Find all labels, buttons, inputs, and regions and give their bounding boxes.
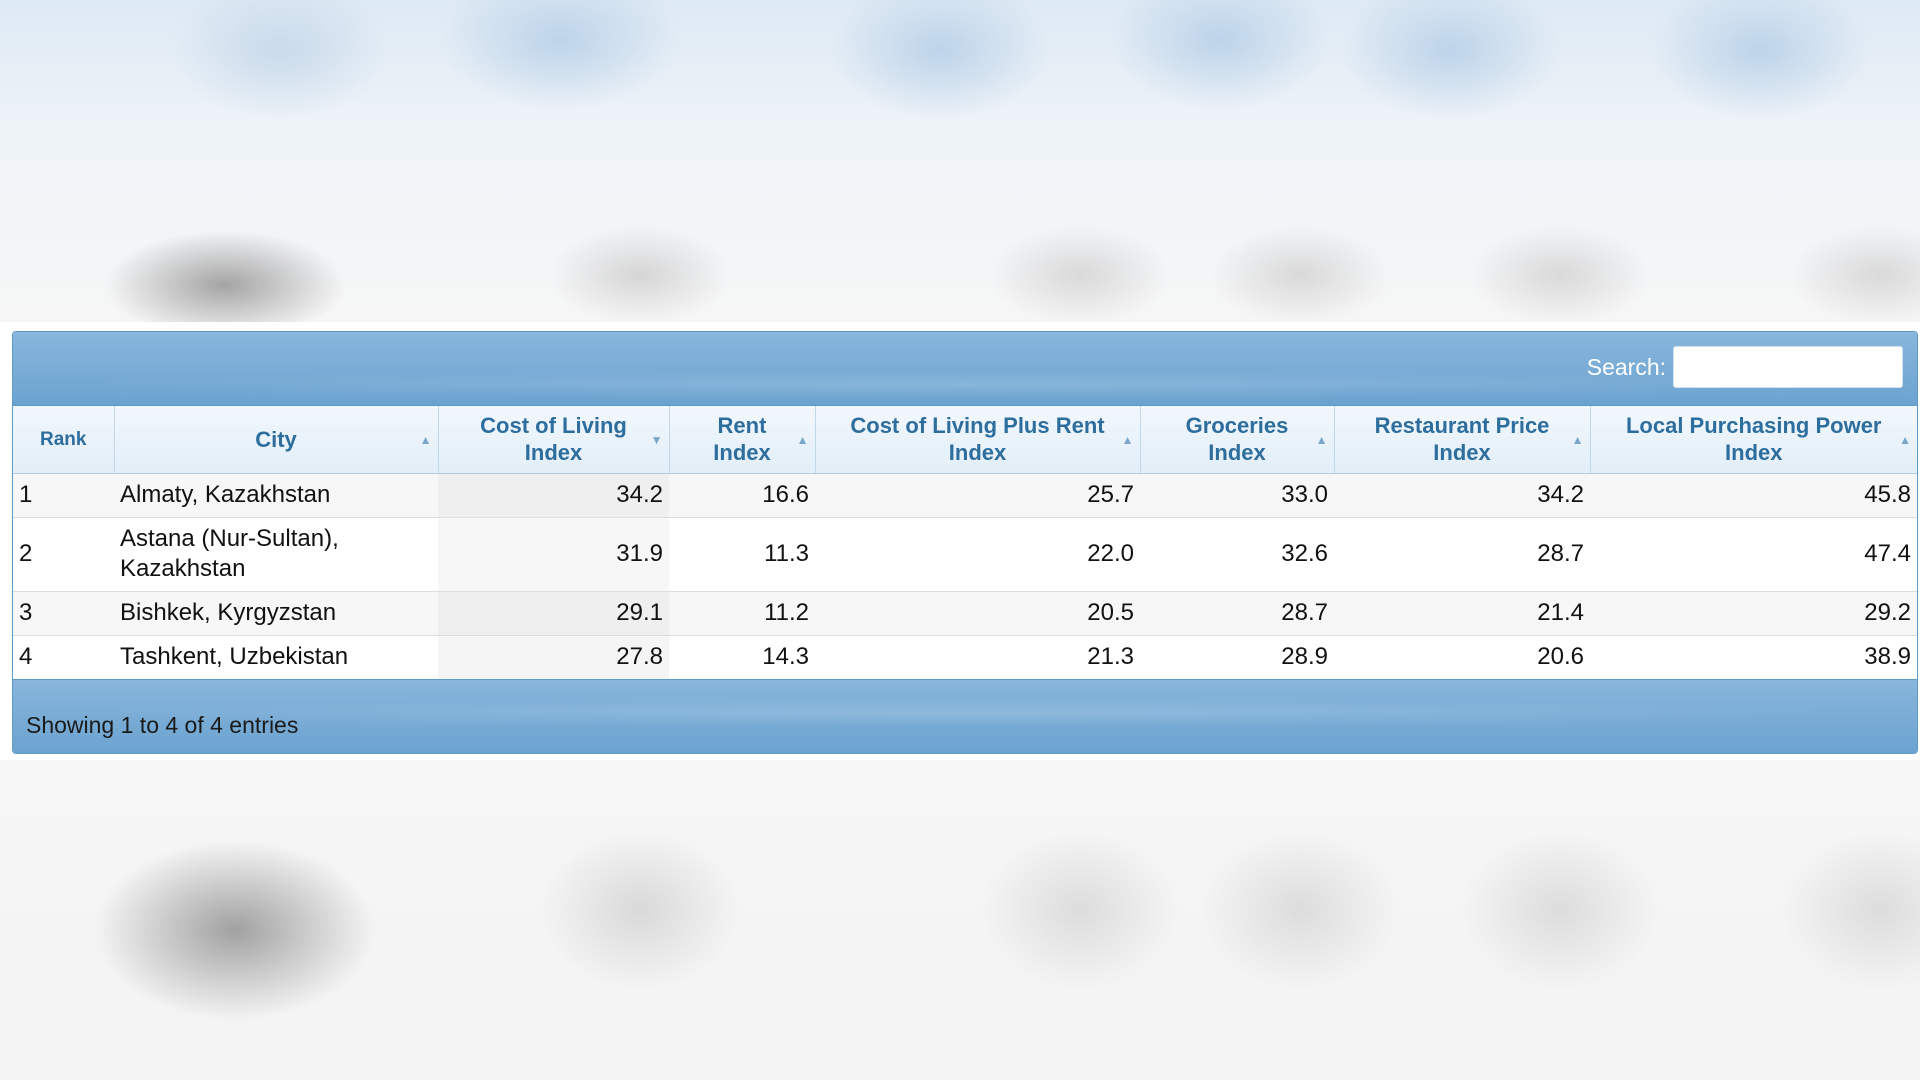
cost-of-living-plus-rent-cell: 21.3 [815, 635, 1140, 679]
sort-asc-icon: ▲ [796, 433, 809, 447]
rent-index-cell: 16.6 [669, 473, 815, 518]
restaurant-price-cell: 20.6 [1334, 635, 1590, 679]
cost-of-living-cell: 31.9 [438, 517, 669, 592]
column-header-rent-index[interactable]: Rent Index ▲ [669, 406, 816, 474]
rent-index-cell: 11.3 [669, 517, 815, 592]
groceries-index-cell: 32.6 [1140, 517, 1334, 592]
rent-index-cell: 11.2 [669, 591, 815, 636]
column-header-label: Rank [40, 428, 87, 450]
local-purchasing-power-cell: 45.8 [1590, 473, 1917, 518]
search-input[interactable] [1673, 346, 1903, 388]
data-table-widget: Search: Rank City ▲ Cost of Living Index… [12, 331, 1918, 754]
column-header-label: Restaurant Price Index [1374, 413, 1550, 466]
cities-table: Rank City ▲ Cost of Living Index ▼ Rent … [13, 406, 1917, 679]
column-header-cost-of-living-plus-rent-index[interactable]: Cost of Living Plus Rent Index ▲ [815, 406, 1141, 474]
column-header-local-purchasing-power-index[interactable]: Local Purchasing Power Index ▲ [1590, 406, 1917, 474]
table-row: 1 Almaty, Kazakhstan 34.2 16.6 25.7 33.0… [13, 473, 1917, 518]
blurred-background-top [0, 0, 1920, 322]
column-header-label: Groceries Index [1185, 413, 1289, 466]
groceries-index-cell: 33.0 [1140, 473, 1334, 518]
rank-cell: 4 [13, 635, 114, 679]
sort-asc-icon: ▲ [1315, 433, 1328, 447]
groceries-index-cell: 28.7 [1140, 591, 1334, 636]
city-cell: Astana (Nur-Sultan), Kazakhstan [114, 517, 438, 592]
column-header-label: Local Purchasing Power Index [1625, 413, 1882, 466]
restaurant-price-cell: 28.7 [1334, 517, 1590, 592]
header-row: Rank City ▲ Cost of Living Index ▼ Rent … [13, 406, 1917, 474]
rent-index-cell: 14.3 [669, 635, 815, 679]
column-header-city[interactable]: City ▲ [114, 406, 439, 474]
table-row: 4 Tashkent, Uzbekistan 27.8 14.3 21.3 28… [13, 635, 1917, 679]
rank-cell: 2 [13, 517, 114, 592]
entries-info: Showing 1 to 4 of 4 entries [26, 712, 299, 738]
search-filter: Search: [1587, 346, 1903, 388]
city-cell: Tashkent, Uzbekistan [114, 635, 438, 679]
table-row: 2 Astana (Nur-Sultan), Kazakhstan 31.9 1… [13, 517, 1917, 592]
sort-asc-icon: ▲ [1899, 433, 1911, 447]
column-header-cost-of-living-index[interactable]: Cost of Living Index ▼ [438, 406, 670, 474]
city-cell: Almaty, Kazakhstan [114, 473, 438, 518]
table-toolbar: Search: [13, 332, 1917, 406]
sort-asc-icon: ▲ [1121, 433, 1134, 447]
city-cell: Bishkek, Kyrgyzstan [114, 591, 438, 636]
column-header-label: Rent Index [713, 413, 771, 466]
column-header-restaurant-price-index[interactable]: Restaurant Price Index ▲ [1334, 406, 1591, 474]
rank-cell: 1 [13, 473, 114, 518]
cost-of-living-cell: 27.8 [438, 635, 669, 679]
cost-of-living-cell: 34.2 [438, 473, 669, 518]
column-header-rank[interactable]: Rank [13, 406, 115, 474]
column-header-label: Cost of Living Index [480, 413, 627, 466]
column-header-label: Cost of Living Plus Rent Index [850, 413, 1105, 466]
cost-of-living-cell: 29.1 [438, 591, 669, 636]
local-purchasing-power-cell: 38.9 [1590, 635, 1917, 679]
restaurant-price-cell: 34.2 [1334, 473, 1590, 518]
cost-of-living-plus-rent-cell: 25.7 [815, 473, 1140, 518]
cost-of-living-plus-rent-cell: 22.0 [815, 517, 1140, 592]
rank-cell: 3 [13, 591, 114, 636]
blurred-background-bottom [0, 760, 1920, 1080]
search-label: Search: [1586, 353, 1666, 380]
sort-asc-icon: ▲ [419, 433, 432, 447]
local-purchasing-power-cell: 29.2 [1590, 591, 1917, 636]
column-header-groceries-index[interactable]: Groceries Index ▲ [1140, 406, 1335, 474]
table-row: 3 Bishkek, Kyrgyzstan 29.1 11.2 20.5 28.… [13, 591, 1917, 636]
sort-desc-icon: ▼ [650, 433, 663, 447]
cost-of-living-plus-rent-cell: 20.5 [815, 591, 1140, 636]
local-purchasing-power-cell: 47.4 [1590, 517, 1917, 592]
groceries-index-cell: 28.9 [1140, 635, 1334, 679]
column-header-label: City [255, 426, 297, 452]
sort-asc-icon: ▲ [1571, 433, 1584, 447]
table-footer: Showing 1 to 4 of 4 entries [13, 679, 1917, 753]
restaurant-price-cell: 21.4 [1334, 591, 1590, 636]
